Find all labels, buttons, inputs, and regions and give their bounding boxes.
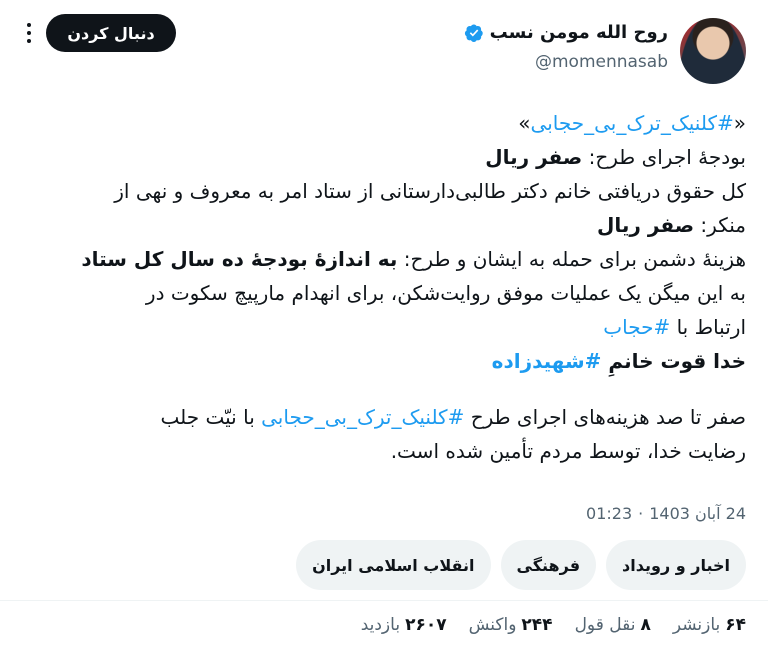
tweet-line-6: به این میگن یک عملیات موفق روایت‌شکن، بر… [145,281,746,305]
topic-chips: اخبار و رویداد فرهنگی انقلاب اسلامی ایرا… [296,540,746,590]
tweet-line-10: رضایت خدا، توسط مردم تأمین شده است. [390,439,746,463]
topic-chip[interactable]: اخبار و رویداد [606,540,746,590]
avatar[interactable] [680,18,746,84]
hashtag-link[interactable]: #شهیدزاده [492,349,602,373]
author-display-name[interactable]: روح الله مومن نسب [490,22,668,43]
tweet-card: روح الله مومن نسب @momennasab دنبال کردن… [0,0,768,658]
tweet-line-9: صفر تا صد هزینه‌های اجرای طرح #کلنیک_ترک… [160,405,746,429]
tweet-line-4: منکر: صفر ریال [597,213,746,237]
quotes-stat[interactable]: ۸ نقل قول [575,615,651,635]
tweet-line-3: کل حقوق دریافتی خانم دکتر طالبی‌دارستانی… [114,179,746,203]
divider [0,600,768,601]
tweet-line-8: خدا قوت خانمِ #شهیدزاده [491,349,746,373]
more-options-icon[interactable] [20,18,38,48]
timestamp[interactable]: 01:23 · 24 آبان 1403 [586,504,746,523]
follow-button[interactable]: دنبال کردن [46,14,176,52]
author-name-row: روح الله مومن نسب [464,22,668,43]
likes-stat[interactable]: ۲۴۴ واکنش [469,615,553,635]
timestamp-separator: · [638,504,644,523]
hashtag-link[interactable]: #کلنیک_ترک_بی_حجابی [531,111,734,135]
tweet-line-2: بودجهٔ اجرای طرح: صفر ریال [485,145,746,169]
tweet-stats: ۶۴ بازنشر ۸ نقل قول ۲۴۴ واکنش ۲۶۰۷ بازدی… [361,610,746,640]
topic-chip[interactable]: فرهنگی [500,540,597,590]
tweet-time: 01:23 [586,504,633,523]
verified-badge-icon [464,24,483,42]
views-stat[interactable]: ۲۶۰۷ بازدید [361,615,447,635]
tweet-line-1: «#کلنیک_ترک_بی_حجابی» [518,111,746,135]
topic-chip[interactable]: انقلاب اسلامی ایران [296,540,491,590]
tweet-line-7: ارتباط با #حجاب [603,315,746,339]
author-handle[interactable]: @momennasab [535,52,668,72]
hashtag-link[interactable]: #حجاب [603,315,670,339]
hashtag-link[interactable]: #کلنیک_ترک_بی_حجابی [261,405,464,429]
reposts-stat[interactable]: ۶۴ بازنشر [673,615,746,635]
tweet-date: 24 آبان 1403 [649,504,746,523]
tweet-text: «#کلنیک_ترک_بی_حجابی» بودجهٔ اجرای طرح: … [22,106,746,468]
tweet-line-5: هزینهٔ دشمن برای حمله به ایشان و طرح: به… [81,247,746,271]
